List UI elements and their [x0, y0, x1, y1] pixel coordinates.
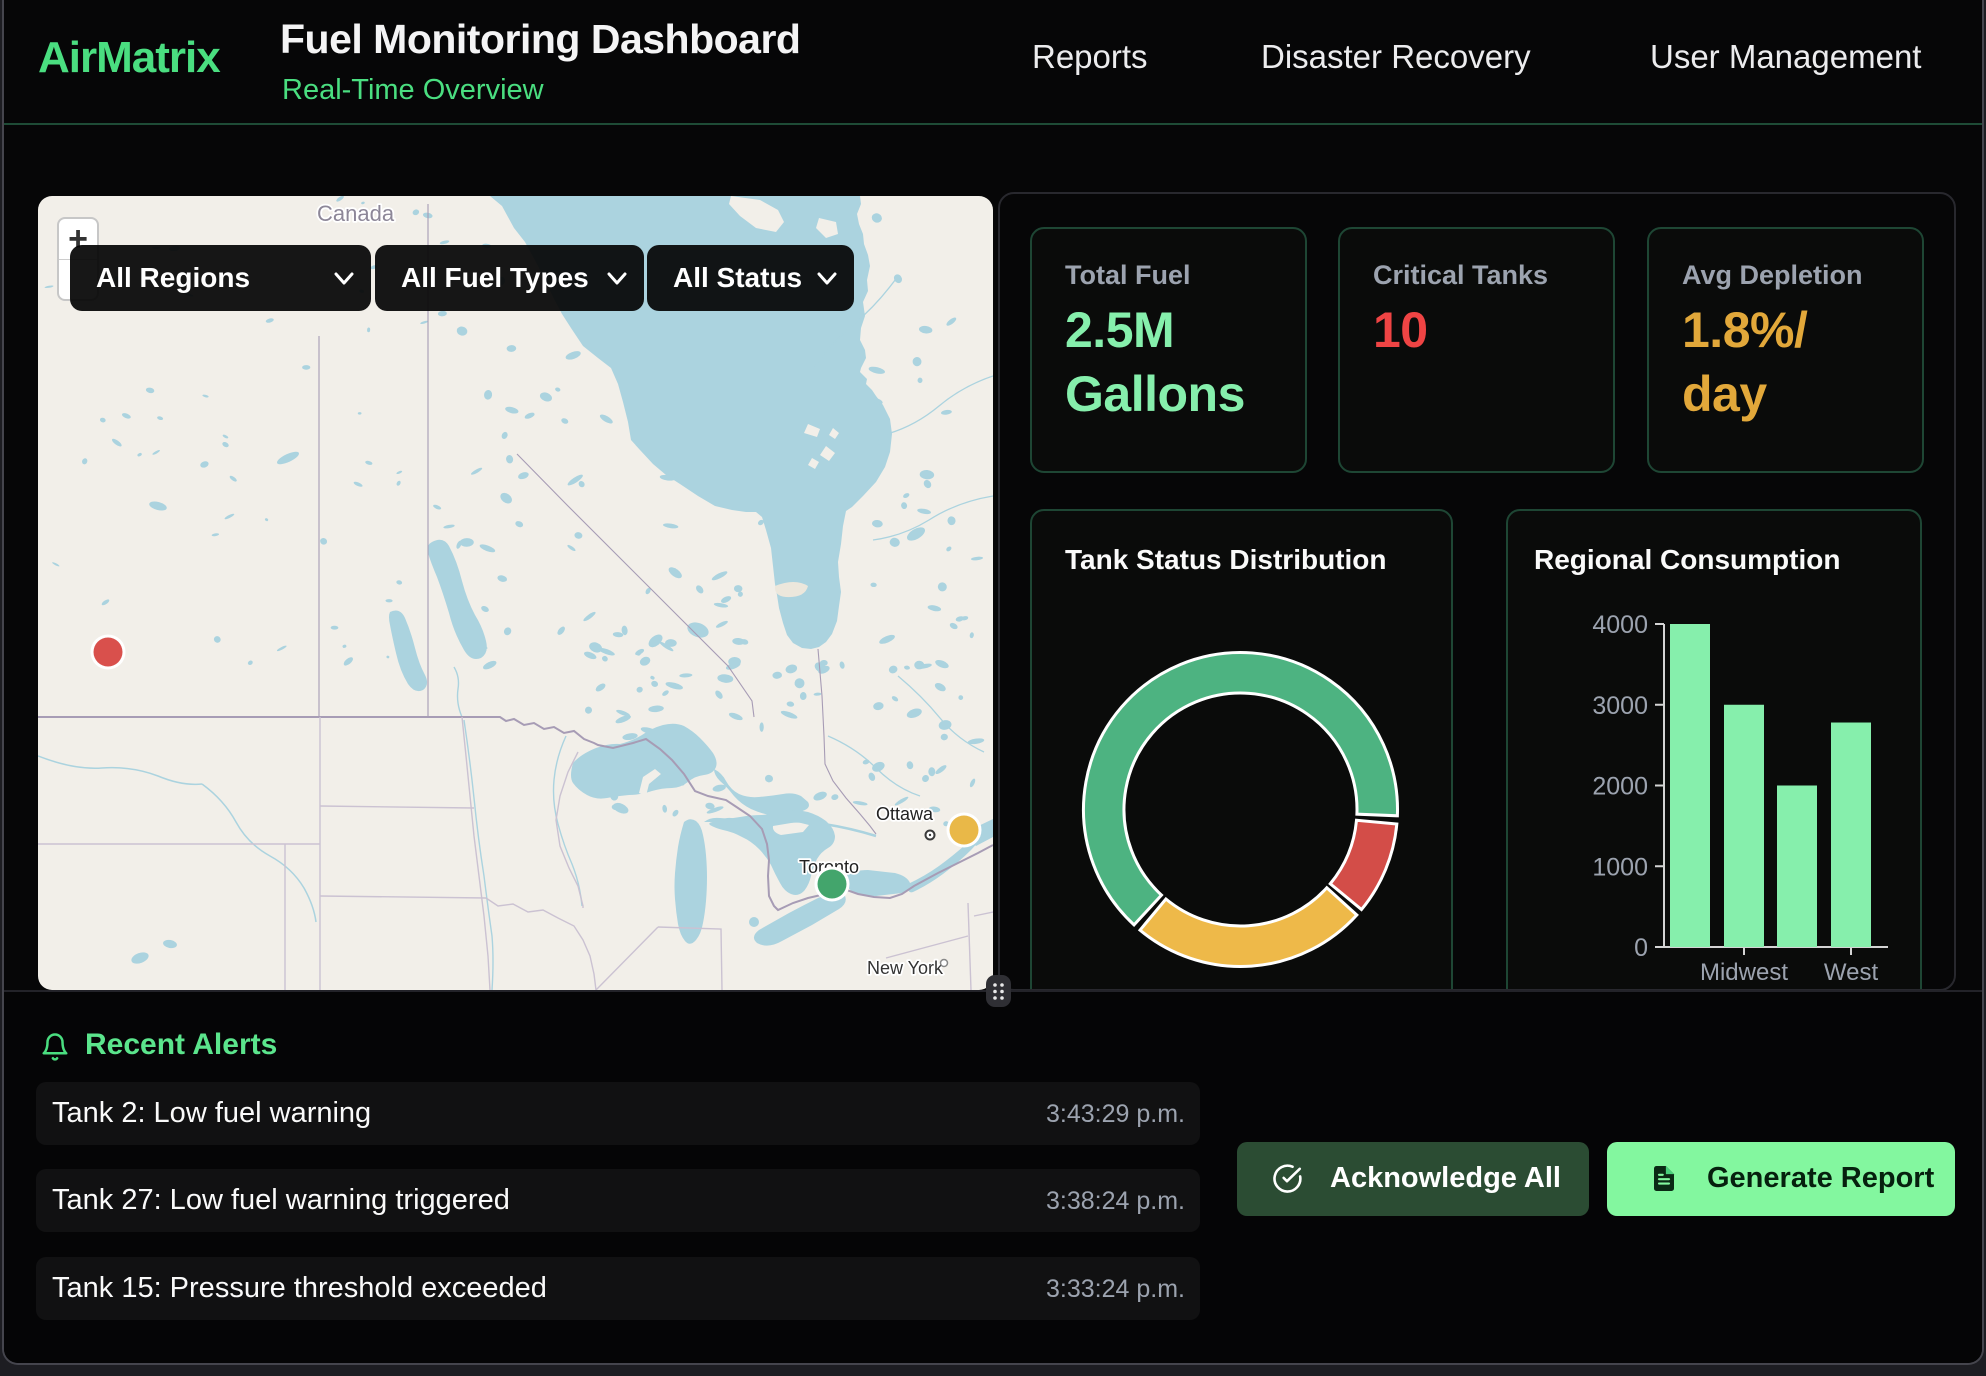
- svg-text:1000: 1000: [1592, 853, 1648, 881]
- svg-text:2000: 2000: [1592, 773, 1648, 801]
- svg-text:0: 0: [1634, 934, 1648, 962]
- svg-text:New York: New York: [867, 958, 944, 978]
- svg-text:4000: 4000: [1592, 611, 1648, 639]
- svg-text:Canada: Canada: [317, 201, 395, 226]
- svg-text:West: West: [1824, 959, 1879, 986]
- svg-text:3000: 3000: [1592, 692, 1648, 720]
- svg-text:Midwest: Midwest: [1700, 959, 1788, 986]
- svg-text:Ottawa: Ottawa: [876, 804, 934, 824]
